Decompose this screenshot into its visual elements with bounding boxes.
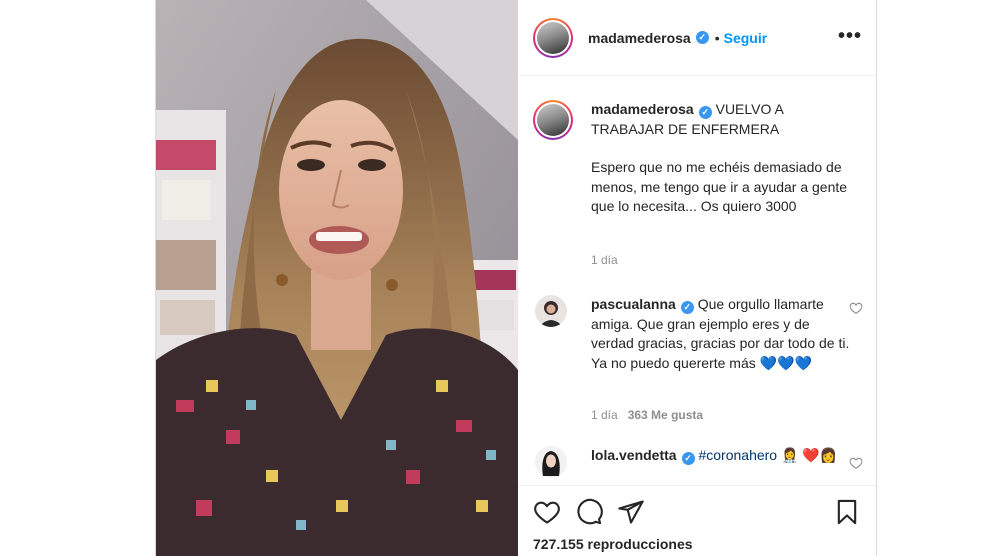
caption-meta: 1 día — [591, 253, 618, 267]
commenter-avatar[interactable] — [535, 446, 567, 478]
verified-icon: ✓ — [698, 106, 712, 119]
share-icon[interactable] — [617, 498, 645, 526]
comment-icon[interactable] — [575, 498, 603, 526]
comment-likes[interactable]: 363 Me gusta — [628, 408, 703, 422]
verified-icon: ✓ — [680, 301, 694, 314]
post-details-panel: madamederosa ✓ • Seguir ••• madamederosa… — [518, 0, 876, 556]
separator-dot: • — [714, 29, 720, 46]
commenter-avatar[interactable] — [535, 295, 567, 327]
hashtag-link[interactable]: #coronahero — [698, 447, 777, 463]
author-avatar-image — [537, 21, 569, 54]
comment-time[interactable]: 1 día — [591, 408, 618, 422]
more-options-icon[interactable]: ••• — [838, 26, 862, 46]
comment-meta: 1 día 363 Me gusta — [591, 408, 703, 422]
post-header: madamederosa ✓ • Seguir ••• — [518, 0, 876, 76]
action-bar — [533, 498, 645, 526]
verified-icon: ✓ — [695, 31, 709, 44]
caption-username[interactable]: madamederosa — [591, 101, 694, 117]
follow-button[interactable]: Seguir — [724, 30, 768, 46]
caption-body: Espero que no me echéis demasiado de men… — [591, 159, 848, 214]
comment-username[interactable]: lola.vendetta — [591, 447, 677, 463]
caption-author-avatar[interactable] — [533, 100, 573, 140]
instagram-post: madamederosa ✓ • Seguir ••• madamederosa… — [155, 0, 877, 556]
caption-text-block: madamederosa ✓ VUELVO A TRABAJAR DE ENFER… — [591, 100, 853, 217]
comment-text-block: pascualanna ✓ Que orgullo llamarte amiga.… — [591, 295, 853, 373]
comment-text: 👩‍⚕️ ❤️👩 — [777, 447, 838, 463]
comments-list[interactable]: madamederosa ✓ VUELVO A TRABAJAR DE ENFER… — [518, 77, 876, 485]
heart-icon[interactable] — [533, 498, 561, 526]
post-footer: 727.155 reproducciones — [518, 485, 876, 556]
comment-text-block: lola.vendetta ✓ #coronahero 👩‍⚕️ ❤️👩 — [591, 446, 853, 466]
view-count[interactable]: 727.155 reproducciones — [533, 536, 693, 552]
comment-username[interactable]: pascualanna — [591, 296, 676, 312]
post-video[interactable] — [156, 0, 518, 556]
author-avatar[interactable] — [533, 17, 573, 58]
small-heart-icon[interactable] — [849, 301, 863, 315]
author-username[interactable]: madamederosa — [588, 30, 691, 46]
small-heart-icon[interactable] — [849, 456, 863, 470]
verified-icon: ✓ — [681, 452, 695, 465]
video-frame-illustration — [156, 0, 518, 556]
caption-time[interactable]: 1 día — [591, 253, 618, 267]
bookmark-icon[interactable] — [833, 498, 861, 526]
